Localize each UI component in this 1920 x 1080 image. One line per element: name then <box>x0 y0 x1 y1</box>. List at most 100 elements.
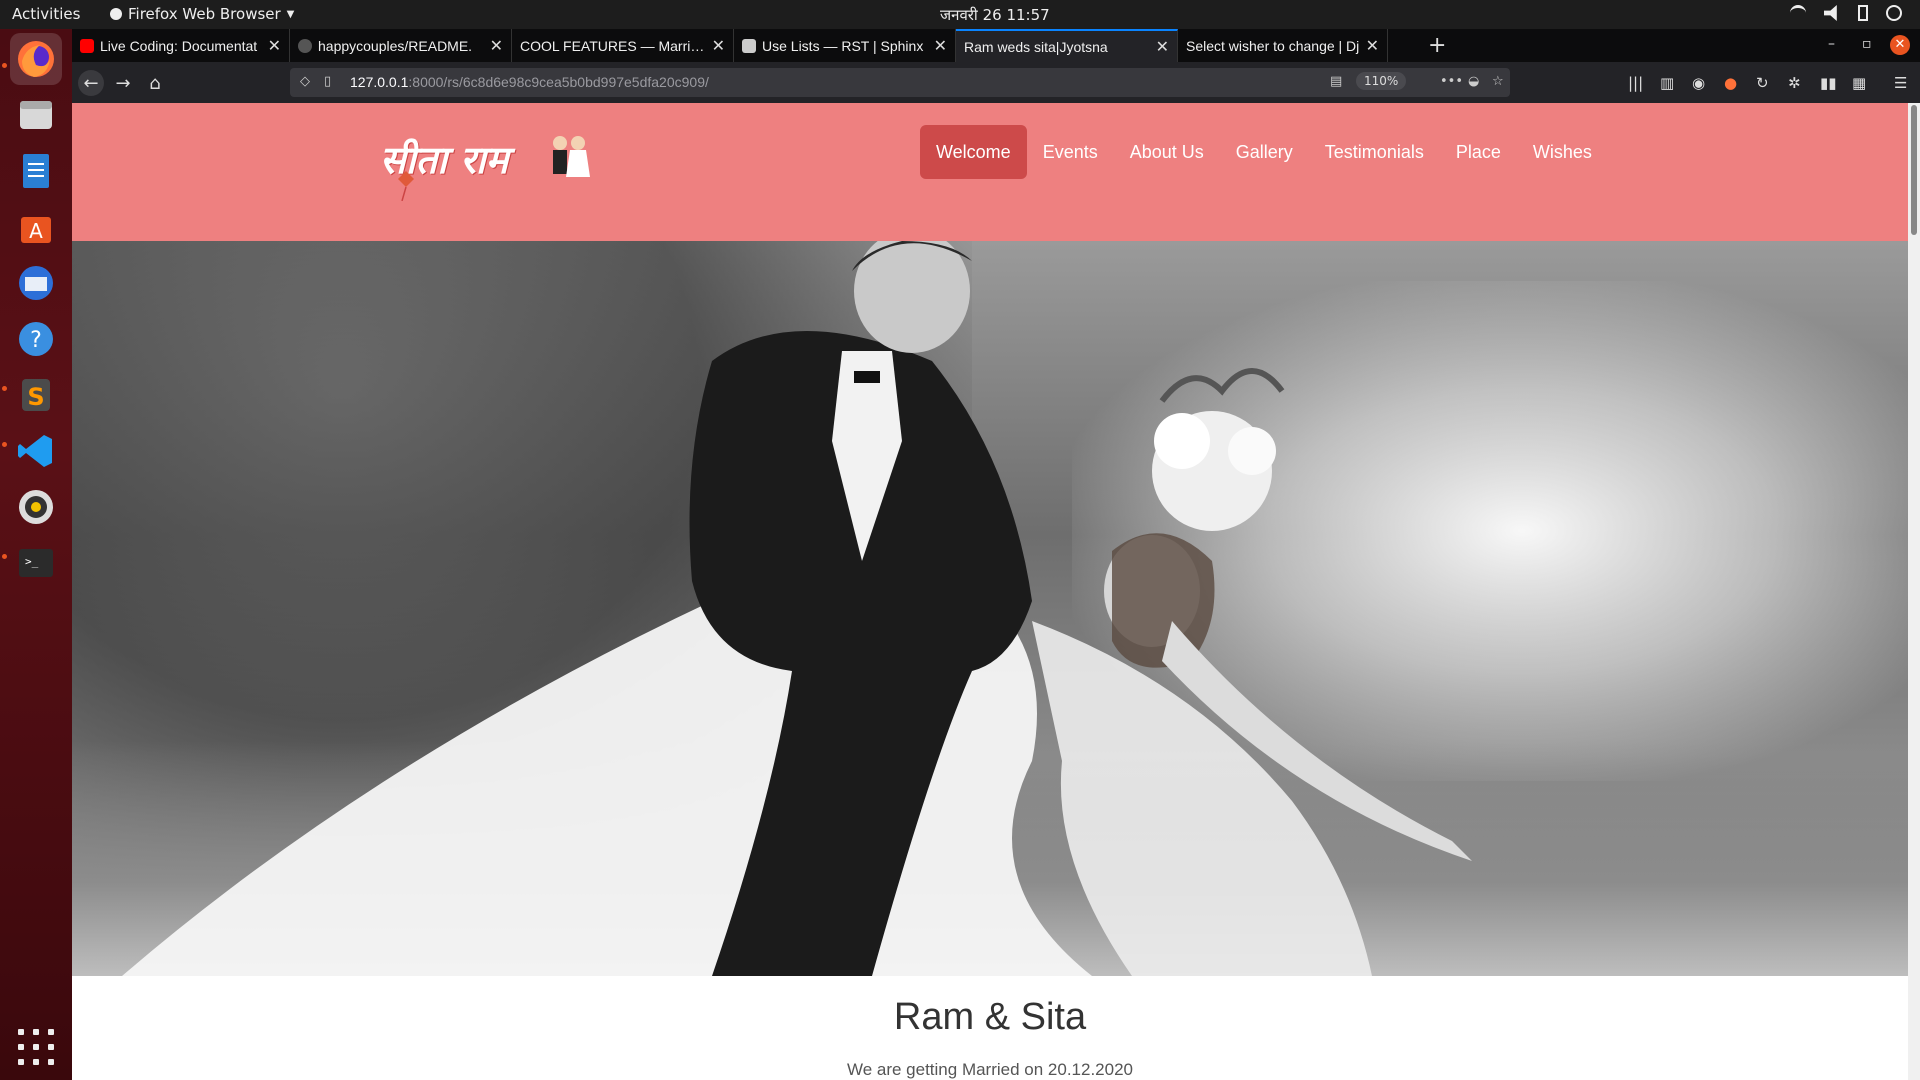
activities-button[interactable]: Activities <box>12 5 80 23</box>
nav-events[interactable]: Events <box>1027 125 1114 179</box>
tab-cool-features[interactable]: COOL FEATURES — Marriag ✕ <box>512 29 734 62</box>
forward-button[interactable]: → <box>110 70 136 96</box>
url-text[interactable]: 127.0.0.1:8000/rs/6c8d6e98c9cea5b0bd997e… <box>350 74 709 90</box>
hero-photo <box>72 241 1908 976</box>
svg-text:A: A <box>29 219 43 243</box>
store-bag-icon: A <box>21 217 51 243</box>
bookmark-star-icon[interactable]: ☆ <box>1492 74 1504 89</box>
sublime-launcher[interactable]: S <box>10 369 62 421</box>
site-logo[interactable]: सीता राम <box>368 121 598 217</box>
mail-icon <box>19 266 53 300</box>
site-header: सीता राम Welcome Events About Us Gallery… <box>72 103 1908 241</box>
youtube-icon <box>80 38 94 53</box>
web-page: सीता राम Welcome Events About Us Gallery… <box>72 103 1908 1080</box>
svg-text:?: ? <box>30 328 42 353</box>
thunderbird-launcher[interactable] <box>10 257 62 309</box>
help-icon: ? <box>19 322 53 356</box>
back-button[interactable]: ← <box>78 70 104 96</box>
close-icon[interactable]: ✕ <box>1366 36 1379 55</box>
show-apps-icon[interactable] <box>18 1029 54 1065</box>
close-icon[interactable]: ✕ <box>490 36 503 55</box>
nav-welcome[interactable]: Welcome <box>920 125 1027 179</box>
extension-icon[interactable]: ● <box>1724 74 1737 92</box>
gear-icon[interactable]: ✲ <box>1788 74 1801 92</box>
pocket-icon[interactable]: ◒ <box>1468 74 1479 89</box>
running-indicator <box>2 554 7 559</box>
nav-gallery[interactable]: Gallery <box>1220 125 1309 179</box>
nav-testimonials[interactable]: Testimonials <box>1309 125 1440 179</box>
barcode-icon[interactable]: ▮▮ <box>1820 74 1837 92</box>
sidebar-icon[interactable]: ▥ <box>1660 74 1674 92</box>
reload-icon[interactable]: ↻ <box>1756 74 1769 92</box>
files-launcher[interactable] <box>10 89 62 141</box>
url-path: :8000/rs/6c8d6e98c9cea5b0bd997e5dfa20c90… <box>408 74 709 90</box>
couple-heading: Ram & Sita <box>893 996 1087 1038</box>
power-icon <box>1886 5 1902 21</box>
home-button[interactable]: ⌂ <box>142 70 168 96</box>
account-icon[interactable]: ◉ <box>1692 74 1705 92</box>
document-icon <box>23 154 49 188</box>
minimize-button[interactable]: – <box>1828 36 1835 52</box>
system-top-bar: Activities Firefox Web Browser ▼ जनवरी 2… <box>0 0 1920 29</box>
running-indicator <box>2 63 7 68</box>
vscode-launcher[interactable] <box>10 425 62 477</box>
library-icon[interactable]: ||| <box>1628 74 1643 92</box>
clock[interactable]: जनवरी 26 11:57 <box>940 5 1050 25</box>
firefox-icon <box>110 8 122 20</box>
menu-icon[interactable]: ☰ <box>1894 74 1907 92</box>
page-scrollbar[interactable] <box>1908 103 1920 1080</box>
system-tray[interactable] <box>1790 5 1902 21</box>
sublime-icon: S <box>22 379 50 411</box>
tab-use-lists[interactable]: Use Lists — RST | Sphinx ✕ <box>734 29 956 62</box>
intro-section: Ram & Sita We are getting Married on 20.… <box>72 976 1908 1080</box>
url-bar[interactable]: ◇ ▯ 127.0.0.1:8000/rs/6c8d6e98c9cea5b0bd… <box>290 68 1510 97</box>
nav-about-us[interactable]: About Us <box>1114 125 1220 179</box>
vscode-icon <box>18 435 52 467</box>
page-icon[interactable]: ▯ <box>324 74 331 89</box>
rhythmbox-launcher[interactable] <box>10 481 62 533</box>
wedding-date-text: We are getting Married on 20.12.2020 <box>846 1060 1134 1079</box>
new-tab-button[interactable]: + <box>1428 33 1446 58</box>
close-icon[interactable]: ✕ <box>1156 37 1169 56</box>
zoom-indicator[interactable]: 110% <box>1356 72 1407 90</box>
site-nav: Welcome Events About Us Gallery Testimon… <box>920 125 1608 179</box>
svg-text:S: S <box>27 383 44 411</box>
tab-title: COOL FEATURES — Marriag <box>520 37 706 54</box>
folder-icon <box>20 101 52 129</box>
window-close-button[interactable]: ✕ <box>1890 35 1910 55</box>
close-icon[interactable]: ✕ <box>934 36 947 55</box>
tab-title: Live Coding: Documentat <box>100 37 258 54</box>
tab-select-wisher[interactable]: Select wisher to change | Dj ✕ <box>1178 29 1388 62</box>
running-indicator <box>2 442 7 447</box>
music-icon <box>19 490 53 524</box>
navigation-toolbar: ← → ⌂ ◇ ▯ 127.0.0.1:8000/rs/6c8d6e98c9ce… <box>72 62 1920 103</box>
notes-icon[interactable]: ▦ <box>1852 74 1866 92</box>
close-icon[interactable]: ✕ <box>712 36 725 55</box>
writer-launcher[interactable] <box>10 145 62 197</box>
tab-title: happycouples/README. <box>318 37 473 54</box>
couple-photo <box>122 241 1472 976</box>
help-launcher[interactable]: ? <box>10 313 62 365</box>
close-icon[interactable]: ✕ <box>268 36 281 55</box>
battery-icon <box>1858 5 1868 21</box>
nav-wishes[interactable]: Wishes <box>1517 125 1608 179</box>
nav-place[interactable]: Place <box>1440 125 1517 179</box>
page-actions-icon[interactable]: ••• <box>1440 74 1463 89</box>
app-menu[interactable]: Firefox Web Browser ▼ <box>110 5 294 23</box>
github-icon <box>298 38 312 53</box>
maximize-button[interactable]: ▫ <box>1862 36 1872 52</box>
tab-readme[interactable]: happycouples/README. ✕ <box>290 29 512 62</box>
software-launcher[interactable]: A <box>10 201 62 253</box>
couple-icon <box>553 136 590 177</box>
tab-live-coding[interactable]: Live Coding: Documentat ✕ <box>72 29 290 62</box>
tab-ram-weds-sita[interactable]: Ram weds sita|Jyotsna ✕ <box>956 29 1178 62</box>
terminal-launcher[interactable]: >_ <box>10 537 62 589</box>
firefox-launcher[interactable] <box>10 33 62 85</box>
url-host: 127.0.0.1 <box>350 74 409 90</box>
volume-icon <box>1824 5 1837 21</box>
running-indicator <box>2 386 7 391</box>
scrollbar-thumb[interactable] <box>1911 105 1917 235</box>
reader-view-icon[interactable]: ▤ <box>1330 74 1342 89</box>
tab-title: Ram weds sita|Jyotsna <box>964 38 1108 55</box>
shield-icon[interactable]: ◇ <box>300 74 310 89</box>
